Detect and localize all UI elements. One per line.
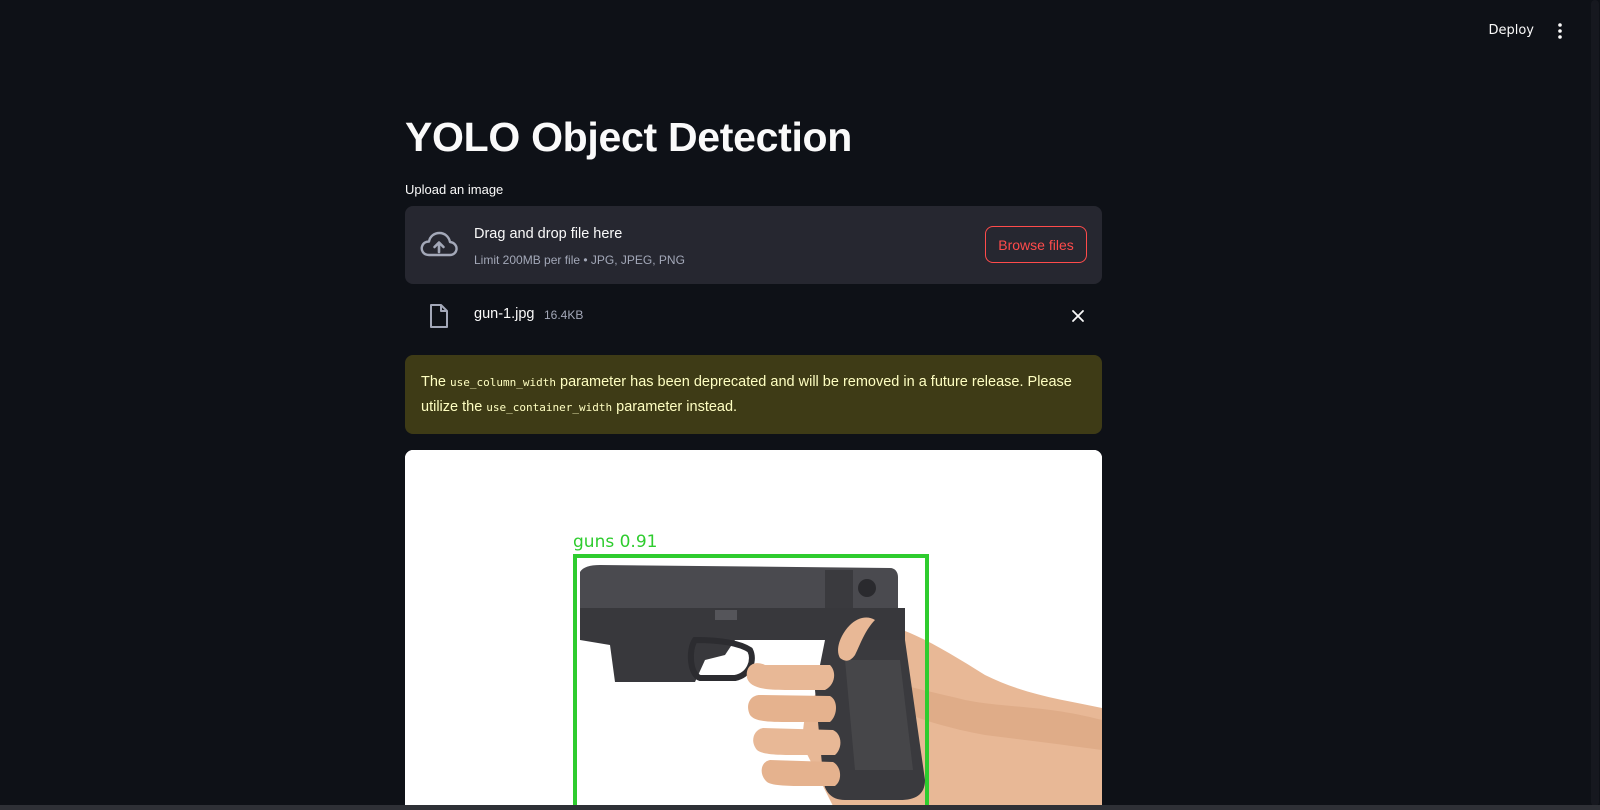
uploaded-file-size: 16.4KB — [544, 308, 584, 322]
uploaded-file-row: gun-1.jpg 16.4KB — [405, 295, 1102, 335]
warning-code-use-container-width: use_container_width — [486, 401, 613, 414]
cloud-upload-icon — [420, 231, 458, 257]
main-menu-button[interactable] — [1550, 20, 1570, 42]
uploaded-file-name: gun-1.jpg — [474, 306, 535, 322]
close-icon — [1072, 310, 1084, 322]
file-dropzone[interactable]: Drag and drop file here Limit 200MB per … — [405, 206, 1102, 284]
warning-text-before: The — [421, 374, 451, 390]
file-icon — [430, 304, 448, 328]
upload-label: Upload an image — [405, 182, 504, 197]
top-toolbar: Deploy — [0, 0, 1600, 60]
detection-image-canvas: guns 0.91 — [405, 450, 1102, 810]
remove-file-button[interactable] — [1071, 308, 1085, 322]
warning-text-after: parameter instead. — [612, 399, 738, 415]
detection-label: guns 0.91 — [573, 532, 657, 552]
app-window: Deploy YOLO Object Detection Upload an i… — [0, 0, 1600, 810]
detection-result-image: guns 0.91 — [405, 450, 1102, 810]
window-bottom-edge — [0, 805, 1600, 810]
page-scrollbar[interactable] — [1590, 0, 1600, 810]
browse-files-button[interactable]: Browse files — [985, 226, 1087, 263]
dropzone-title: Drag and drop file here — [474, 226, 623, 242]
deprecation-warning: The use_column_width parameter has been … — [405, 355, 1102, 434]
deploy-button[interactable]: Deploy — [1484, 20, 1538, 42]
vertical-ellipsis-icon — [1558, 23, 1562, 39]
warning-code-use-column-width: use_column_width — [450, 376, 556, 389]
dropzone-limit-text: Limit 200MB per file • JPG, JPEG, PNG — [474, 253, 685, 267]
page-title: YOLO Object Detection — [405, 114, 853, 160]
page-scrollbar-thumb[interactable] — [1591, 0, 1599, 806]
